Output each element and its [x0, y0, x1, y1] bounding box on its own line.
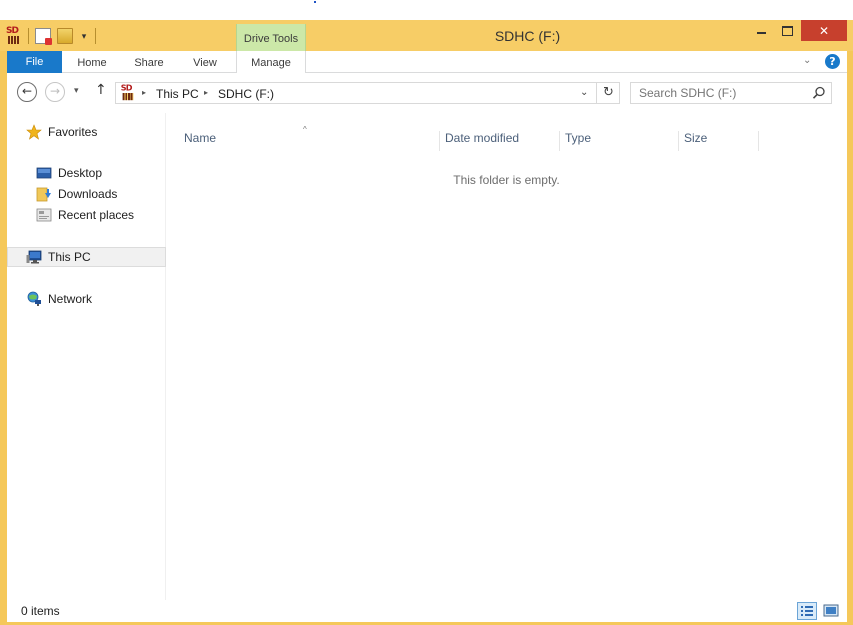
customize-toolbar-dropdown-icon[interactable]: ▾	[79, 31, 89, 42]
breadcrumb-separator-icon[interactable]: ▸	[142, 88, 146, 97]
toolbar-separator	[28, 28, 29, 44]
up-one-level-button[interactable]: ↑	[95, 82, 107, 98]
address-history-dropdown-icon[interactable]: ⌄	[580, 87, 588, 98]
large-icons-view-button[interactable]	[821, 602, 841, 620]
properties-icon[interactable]	[35, 28, 52, 45]
new-folder-icon[interactable]	[57, 28, 73, 44]
toolbar-separator	[95, 28, 96, 44]
ribbon-tab-bar: File Home Share View Manage ⌄ ?	[7, 51, 847, 74]
nav-label-recent-places: Recent places	[58, 208, 135, 222]
recent-locations-dropdown-icon[interactable]: ▾	[74, 85, 79, 96]
nav-label-favorites: Favorites	[48, 125, 98, 139]
column-header-type[interactable]: Type	[565, 131, 591, 145]
refresh-button[interactable]: ↻	[596, 83, 620, 103]
search-icon[interactable]	[812, 86, 826, 100]
column-header-name[interactable]: Name	[184, 131, 216, 145]
desktop-icon	[36, 167, 52, 179]
nav-item-network[interactable]: Network	[7, 289, 166, 309]
tab-file[interactable]: File	[7, 51, 62, 73]
network-icon	[27, 291, 41, 306]
explorer-window: SD ▾ Drive Tools SDHC (F:) ✕ File Home S…	[0, 20, 853, 625]
stray-pixel	[314, 1, 316, 3]
column-divider[interactable]	[678, 131, 679, 151]
forward-button[interactable]: →	[45, 82, 65, 102]
nav-label-this-pc: This PC	[48, 250, 91, 264]
sd-card-drive-icon: SD	[121, 84, 135, 101]
details-view-icon	[801, 606, 813, 616]
recent-places-icon	[36, 208, 52, 222]
tab-home[interactable]: Home	[69, 51, 115, 73]
file-list-pane[interactable]: ^ Name Date modified Type Size This fold…	[166, 113, 847, 600]
breadcrumb-this-pc[interactable]: This PC	[156, 87, 199, 101]
expand-ribbon-icon[interactable]: ⌄	[803, 55, 811, 66]
breadcrumb-sdhc-drive[interactable]: SDHC (F:)	[218, 87, 274, 101]
sort-ascending-icon: ^	[303, 125, 307, 134]
close-button[interactable]: ✕	[801, 20, 847, 41]
search-input[interactable]	[631, 83, 801, 103]
column-divider[interactable]	[559, 131, 560, 151]
status-bar: 0 items	[7, 600, 847, 622]
title-bar[interactable]: SD ▾ Drive Tools SDHC (F:) ✕	[0, 20, 853, 51]
breadcrumb-separator-icon[interactable]: ▸	[204, 88, 208, 97]
downloads-folder-icon	[36, 187, 51, 202]
column-header-date-modified[interactable]: Date modified	[445, 131, 519, 145]
details-view-button[interactable]	[797, 602, 817, 620]
nav-label-desktop: Desktop	[58, 166, 103, 180]
minimize-button[interactable]	[748, 20, 774, 41]
item-count: 0 items	[21, 604, 60, 618]
navigation-bar: ← → ▾ ↑ SD ▸ This PC ▸ SDHC (F:) ⌄ ↻	[7, 73, 847, 113]
column-divider[interactable]	[758, 131, 759, 151]
navigation-pane: Favorites Desktop Downloads Recent place…	[7, 113, 166, 600]
large-icons-view-icon	[823, 604, 839, 617]
column-header-size[interactable]: Size	[684, 131, 707, 145]
help-icon[interactable]: ?	[825, 54, 840, 69]
maximize-button[interactable]	[774, 20, 800, 41]
tab-share[interactable]: Share	[127, 51, 171, 73]
nav-label-downloads: Downloads	[58, 187, 118, 201]
star-icon	[26, 124, 42, 140]
tab-view[interactable]: View	[185, 51, 225, 73]
nav-item-desktop[interactable]: Desktop	[7, 163, 166, 183]
column-divider[interactable]	[439, 131, 440, 151]
search-box[interactable]	[630, 82, 832, 104]
window-title: SDHC (F:)	[494, 28, 561, 44]
nav-item-recent-places[interactable]: Recent places	[7, 205, 166, 225]
nav-item-favorites[interactable]: Favorites	[7, 122, 166, 142]
nav-item-downloads[interactable]: Downloads	[7, 184, 166, 204]
nav-label-network: Network	[48, 292, 93, 306]
quick-access-toolbar: SD ▾	[6, 26, 96, 46]
nav-item-this-pc[interactable]: This PC	[7, 247, 166, 267]
address-bar[interactable]: SD ▸ This PC ▸ SDHC (F:) ⌄ ↻	[115, 82, 620, 104]
empty-folder-message: This folder is empty.	[453, 173, 560, 187]
back-button[interactable]: ←	[17, 82, 37, 102]
sd-card-app-icon[interactable]: SD	[6, 26, 22, 45]
drive-tools-context-label: Drive Tools	[236, 24, 306, 51]
computer-icon	[26, 250, 42, 264]
tab-manage[interactable]: Manage	[236, 51, 306, 74]
